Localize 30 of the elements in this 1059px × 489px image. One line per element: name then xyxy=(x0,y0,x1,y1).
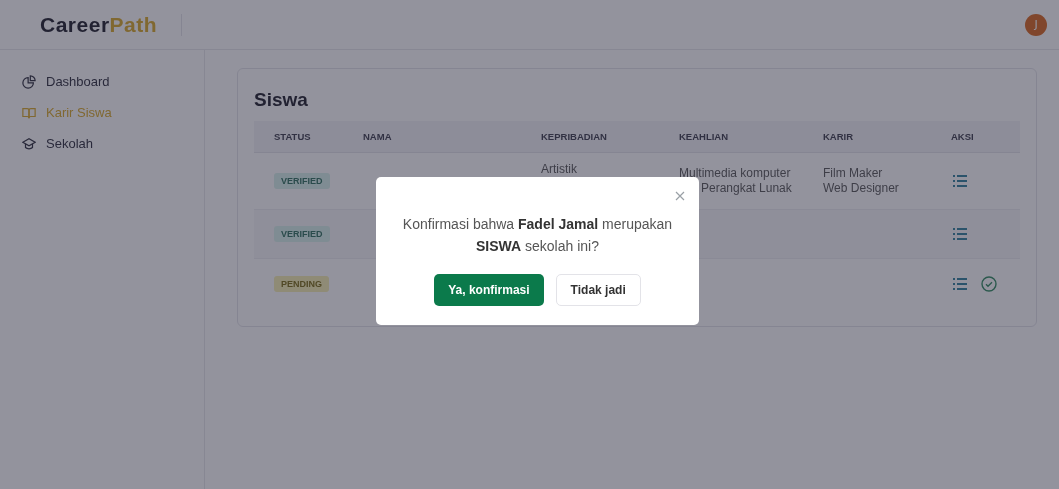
column-header: AKSI xyxy=(951,131,975,142)
table-cell: Multimedia komputer xyxy=(679,166,791,181)
check-circle-icon[interactable] xyxy=(981,276,997,292)
column-header: NAMA xyxy=(363,131,393,142)
list-icon[interactable] xyxy=(953,278,967,290)
cancel-button[interactable]: Tidak jadi xyxy=(555,274,641,306)
sidebar-item[interactable]: Dashboard xyxy=(22,74,110,89)
table-cell: Web Designer xyxy=(823,181,899,196)
column-header: STATUS xyxy=(273,131,312,142)
status-badge: PENDING xyxy=(274,276,329,292)
status-badge: VERIFIED xyxy=(274,173,330,189)
confirm-button[interactable]: Ya, konfirmasi xyxy=(434,274,544,306)
close-icon[interactable] xyxy=(673,189,687,203)
column-header: KEAHLIAN xyxy=(679,131,730,142)
card-title: Siswa xyxy=(254,89,309,111)
sidebar-item[interactable]: Sekolah xyxy=(22,136,93,151)
column-header: KARIR xyxy=(823,131,855,142)
pie-chart-icon xyxy=(22,74,36,89)
brand-logo: CareerPath xyxy=(40,12,158,37)
status-badge: VERIFIED xyxy=(274,226,330,242)
book-icon xyxy=(22,105,36,120)
list-icon[interactable] xyxy=(953,175,967,187)
column-header: KEPRIBADIAN xyxy=(541,131,608,142)
table-cell: Perangkat Lunak xyxy=(701,181,792,196)
table-cell: Film Maker xyxy=(823,166,883,181)
table-cell: Artistik xyxy=(541,162,577,177)
graduation-cap-icon xyxy=(22,136,36,151)
user-avatar[interactable]: J xyxy=(1025,13,1047,36)
dialog-message: Konfirmasi bahwa Fadel Jamal merupakan SISWA sekolah ini? xyxy=(401,215,674,256)
list-icon[interactable] xyxy=(953,228,967,240)
